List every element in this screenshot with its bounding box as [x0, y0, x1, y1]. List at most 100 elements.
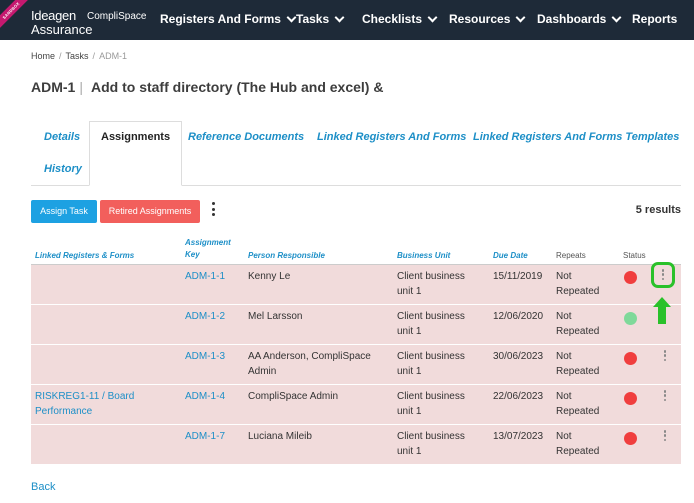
task-id: ADM-1 — [31, 79, 76, 95]
table-row: ADM-1-2 Mel Larsson Client business unit… — [31, 305, 681, 345]
header-status: Status — [623, 251, 646, 260]
header-assignment-key[interactable]: Assignment Key — [185, 237, 231, 261]
cell-due-date: 22/06/2023 — [493, 391, 544, 402]
nav-resources-label: Resources — [449, 12, 511, 26]
nav-tasks[interactable]: Tasks — [296, 12, 345, 26]
tab-details[interactable]: Details — [44, 131, 80, 143]
nav-checklists[interactable]: Checklists — [362, 12, 438, 26]
tab-history[interactable]: History — [44, 163, 82, 175]
chevron-down-icon — [334, 12, 345, 22]
header-repeats: Repeats — [556, 251, 586, 260]
chevron-down-icon — [515, 12, 526, 22]
back-link[interactable]: Back — [31, 481, 55, 493]
cell-person: Kenny Le — [248, 271, 291, 282]
more-options-icon[interactable] — [661, 269, 665, 280]
header-business-unit[interactable]: Business Unit — [397, 250, 450, 262]
more-options-icon[interactable] — [211, 202, 215, 216]
chevron-down-icon — [286, 12, 297, 22]
top-navigation-bar: SANDBOX Ideagen CompliSpace Assurance Re… — [0, 0, 694, 40]
nav-resources[interactable]: Resources — [449, 12, 526, 26]
tab-assignments[interactable]: Assignments — [89, 121, 183, 186]
cell-repeats: Not — [556, 311, 572, 322]
nav-reports-label: Reports — [632, 12, 678, 26]
logo-brand: Ideagen — [31, 8, 76, 23]
cell-business-unit: Client business — [397, 271, 465, 282]
nav-tasks-label: Tasks — [296, 12, 330, 26]
more-options-icon[interactable] — [663, 430, 667, 441]
table-row: ADM-1-7 Luciana Mileib Client business u… — [31, 425, 681, 465]
header-due-date[interactable]: Due Date — [493, 250, 528, 262]
status-red-icon — [624, 432, 637, 445]
cell-repeats-line2: Repeated — [556, 366, 600, 377]
breadcrumb-separator: / — [59, 51, 62, 61]
header-assignment-key-line1: Assignment — [185, 238, 231, 247]
cell-assignment-key[interactable]: ADM-1-3 — [185, 349, 225, 364]
cell-person: AA Anderson, CompliSpace — [248, 351, 371, 362]
cell-repeats: Not — [556, 391, 572, 402]
cell-assignment-key[interactable]: ADM-1-4 — [185, 389, 225, 404]
cell-business-unit: Client business — [397, 391, 465, 402]
assign-task-button[interactable]: Assign Task — [31, 200, 97, 223]
tab-linked-registers-and-forms[interactable]: Linked Registers And Forms — [317, 131, 466, 143]
cell-linked-register[interactable]: RISKREG1-11 / Board — [35, 389, 134, 404]
logo-brand-secondary: CompliSpace — [87, 11, 147, 22]
highlighted-row-actions[interactable] — [651, 262, 675, 288]
more-options-icon[interactable] — [663, 350, 667, 361]
cell-repeats-line2: Repeated — [556, 286, 600, 297]
sandbox-ribbon: SANDBOX — [0, 0, 31, 30]
page-title: ADM-1 | Add to staff directory (The Hub an… — [31, 79, 383, 95]
table-row: ADM-1-3 AA Anderson, CompliSpace Admin C… — [31, 345, 681, 385]
nav-dashboards[interactable]: Dashboards — [537, 12, 622, 26]
chevron-down-icon — [611, 12, 622, 22]
cell-business-unit: Client business — [397, 311, 465, 322]
cell-repeats-line2: Repeated — [556, 446, 600, 457]
status-red-icon — [624, 352, 637, 365]
cell-due-date: 12/06/2020 — [493, 311, 544, 322]
breadcrumb-tasks[interactable]: Tasks — [66, 51, 89, 61]
cell-due-date: 13/07/2023 — [493, 431, 544, 442]
nav-registers-and-forms[interactable]: Registers And Forms — [160, 12, 297, 26]
cell-repeats: Not — [556, 271, 572, 282]
chevron-down-icon — [427, 12, 438, 22]
cell-person: CompliSpace Admin — [248, 391, 339, 402]
cell-due-date: 15/11/2019 — [493, 271, 543, 282]
nav-dashboards-label: Dashboards — [537, 12, 607, 26]
cell-business-unit-line2: unit 1 — [397, 286, 422, 297]
cell-business-unit-line2: unit 1 — [397, 326, 422, 337]
status-green-icon — [624, 312, 637, 325]
table-row: RISKREG1-11 / Board Performance ADM-1-4 … — [31, 385, 681, 425]
tab-linked-registers-and-forms-templates[interactable]: Linked Registers And Forms Templates — [473, 131, 679, 143]
nav-checklists-label: Checklists — [362, 12, 423, 26]
cell-business-unit-line2: unit 1 — [397, 406, 422, 417]
results-count: 5 results — [635, 204, 681, 216]
cell-business-unit-line2: unit 1 — [397, 366, 422, 377]
breadcrumb-separator: / — [92, 51, 96, 61]
breadcrumb: Home / Tasks / ADM-1 — [31, 51, 127, 61]
table-row: ADM-1-1 Kenny Le Client business unit 1 … — [31, 265, 681, 305]
cell-person: Mel Larsson — [248, 311, 303, 322]
cell-assignment-key[interactable]: ADM-1-1 — [185, 269, 225, 284]
breadcrumb-current: ADM-1 — [99, 51, 128, 61]
logo-subtitle: Assurance — [31, 22, 93, 37]
tab-reference-documents[interactable]: Reference Documents — [188, 131, 304, 143]
cell-business-unit: Client business — [397, 431, 465, 442]
cell-repeats-line2: Repeated — [556, 406, 600, 417]
nav-registers-label: Registers And Forms — [160, 12, 281, 26]
cell-assignment-key[interactable]: ADM-1-2 — [185, 309, 225, 324]
cell-repeats: Not — [556, 431, 572, 442]
cell-due-date: 30/06/2023 — [493, 351, 544, 362]
nav-reports[interactable]: Reports — [632, 12, 677, 26]
header-person-responsible[interactable]: Person Responsible — [248, 250, 325, 262]
cell-linked-register-line2[interactable]: Performance — [35, 404, 92, 419]
cell-business-unit: Client business — [397, 351, 465, 362]
cell-assignment-key[interactable]: ADM-1-7 — [185, 429, 225, 444]
breadcrumb-home[interactable]: Home — [31, 51, 55, 61]
up-arrow-icon — [653, 297, 671, 324]
status-red-icon — [624, 271, 637, 284]
more-options-icon[interactable] — [663, 390, 667, 401]
header-linked-registers[interactable]: Linked Registers & Forms — [35, 250, 134, 262]
cell-business-unit-line2: unit 1 — [397, 446, 422, 457]
header-assignment-key-line2: Key — [185, 250, 200, 259]
title-separator: | — [79, 79, 83, 95]
retired-assignments-button[interactable]: Retired Assignments — [100, 200, 200, 223]
